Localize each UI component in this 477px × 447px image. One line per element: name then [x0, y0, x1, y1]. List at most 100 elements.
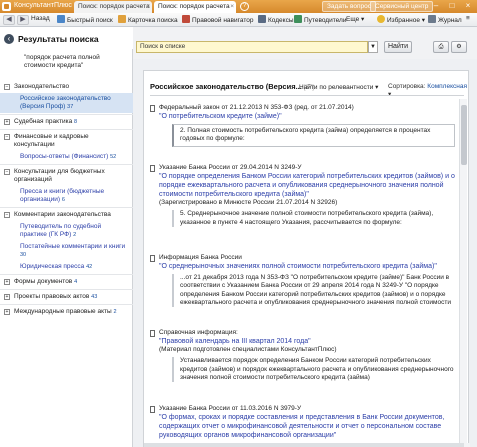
legal-navigator-button[interactable]: Правовой навигатор: [182, 15, 253, 25]
tab-search-2[interactable]: Поиск: порядок расчета ×: [154, 1, 236, 13]
expand-icon[interactable]: +: [4, 294, 10, 300]
collapse-icon[interactable]: −: [4, 169, 10, 175]
back-history-button[interactable]: Назад: [31, 15, 50, 25]
tree-item-count: 4: [74, 279, 78, 285]
document-link[interactable]: "О потребительском кредите (займе)": [150, 112, 455, 121]
tree-item-count: 43: [91, 294, 98, 300]
document-icon: [150, 105, 155, 112]
tree-item-count: 52: [110, 154, 117, 160]
tree-item-count: 37: [67, 104, 74, 110]
menu-icon[interactable]: ≡: [466, 15, 470, 25]
tree-item[interactable]: − Финансовые и кадровые консультации: [0, 131, 133, 151]
result-item: Федеральный закон от 21.12.2013 N 353-ФЗ…: [150, 104, 455, 147]
tree-item-count: 42: [86, 264, 93, 270]
header-divider: [150, 95, 464, 96]
tree-item-count: 8: [74, 119, 78, 125]
document-snippet[interactable]: 2. Полная стоимость потребительского кре…: [172, 124, 455, 147]
document-snippet[interactable]: ...от 21 декабря 2013 года N 353-ФЗ "О п…: [172, 274, 455, 308]
quick-search-icon: [57, 15, 65, 23]
codes-button[interactable]: Кодексы: [258, 15, 294, 25]
collapse-icon[interactable]: −: [4, 212, 10, 218]
tab-search-1[interactable]: Поиск: порядок расчета ×: [74, 1, 152, 13]
tree-item-label: Юридическая пресса: [20, 263, 85, 270]
tree-divider: [0, 114, 133, 115]
document-link[interactable]: "Правовой календарь на III квартал 2014 …: [150, 337, 455, 346]
tree-item-label: Судебная практика: [14, 118, 73, 125]
results-list-panel: Российское законодательство (Версия... […: [143, 70, 470, 447]
card-search-label: Карточка поиска: [128, 17, 178, 24]
results-header: Российское законодательство (Версия... […: [150, 82, 314, 91]
document-snippet[interactable]: Устанавливается порядок определения Банк…: [172, 357, 455, 383]
expand-icon[interactable]: +: [4, 119, 10, 125]
tree-item[interactable]: Юридическая пресса 42: [0, 261, 133, 273]
legal-navigator-label: Правовой навигатор: [192, 17, 254, 24]
search-in-list-input[interactable]: Поиск в списке: [136, 41, 368, 53]
expand-icon[interactable]: +: [4, 279, 10, 285]
document-link[interactable]: "О формах, сроках и порядке составления …: [150, 413, 455, 440]
document-snippet[interactable]: 5. Среднерыночное значение полной стоимо…: [172, 210, 455, 227]
help-icon[interactable]: ?: [240, 2, 249, 11]
horizontal-scrollbar[interactable]: [144, 443, 470, 447]
document-icon: [150, 165, 155, 172]
chevron-down-icon[interactable]: ▼: [368, 41, 378, 53]
minimize-icon[interactable]: –: [428, 0, 444, 12]
tree-item[interactable]: + Формы документов 4: [0, 276, 133, 288]
tree-item[interactable]: − Законодательство: [0, 81, 133, 93]
tree-item[interactable]: + Судебная практика 8: [0, 116, 133, 128]
tree-item[interactable]: Путеводитель по судебной практике (ГК РФ…: [0, 221, 133, 241]
journal-button[interactable]: Журнал: [428, 15, 462, 25]
more-button[interactable]: Еще ▾: [346, 15, 364, 25]
vertical-scrollbar[interactable]: [459, 99, 467, 444]
print-icon[interactable]: ⎙: [433, 41, 449, 53]
ask-question-button[interactable]: Задать вопрос: [322, 1, 376, 12]
tree-item[interactable]: + Проекты правовых актов 43: [0, 291, 133, 303]
tree-item[interactable]: Вопросы-ответы (Финансист) 52: [0, 151, 133, 163]
tree-item-label: Формы документов: [14, 278, 73, 285]
tree-item[interactable]: Российское законодательство (Версия Проф…: [0, 93, 133, 113]
tree-item[interactable]: Пресса и книги (бюджетные организации) 6: [0, 186, 133, 206]
journal-icon: [428, 15, 436, 23]
expand-icon[interactable]: +: [4, 309, 10, 315]
tree-item-label: Вопросы-ответы (Финансист): [20, 153, 109, 160]
guides-button[interactable]: Путеводители: [294, 15, 346, 25]
tree-item[interactable]: Постатейные комментарии и книги 30: [0, 241, 133, 261]
maximize-icon[interactable]: □: [444, 0, 460, 12]
find-button[interactable]: Найти: [384, 41, 412, 53]
tab-label: Поиск: порядок расчета: [158, 3, 230, 10]
search-query: "порядок расчета полной стоимости кредит…: [24, 54, 100, 69]
tree-divider: [0, 304, 133, 305]
document-icon: [150, 255, 155, 262]
list-search-bar: Поиск в списке ▼ Найти ⎙ ⚙: [133, 27, 477, 59]
collapse-icon[interactable]: −: [4, 134, 10, 140]
gear-icon[interactable]: ⚙: [451, 41, 467, 53]
scrollbar-thumb[interactable]: [461, 105, 467, 165]
sort-label: Сортировка:: [388, 83, 426, 90]
registration-note: (Зарегистрировано в Минюсте России 21.07…: [159, 199, 338, 207]
document-icon: [150, 330, 155, 337]
tree-item[interactable]: + Международные правовые акты 2: [0, 306, 133, 318]
tree-item[interactable]: − Комментарии законодательства: [0, 209, 133, 221]
document-link[interactable]: "О среднерыночных значениях полной стоим…: [150, 262, 455, 271]
results-header-label: Российское законодательство (Версия...: [150, 82, 302, 91]
card-search-icon: [118, 15, 126, 23]
codes-label: Кодексы: [268, 17, 294, 24]
card-search-button[interactable]: Карточка поиска: [118, 15, 178, 25]
search-results-sidebar: ‹ Результаты поиска "порядок расчета пол…: [0, 27, 133, 447]
tree-item-label: Постатейные комментарии и книги: [20, 243, 126, 250]
relevance-dropdown[interactable]: Найти по релевантности ▾: [299, 83, 378, 91]
close-window-icon[interactable]: ×: [460, 0, 476, 12]
favorites-button[interactable]: Избранное ▾: [377, 15, 425, 25]
main-area: Поиск в списке ▼ Найти ⎙ ⚙ Российское за…: [133, 27, 477, 447]
back-arrow-icon[interactable]: ◀: [3, 15, 15, 25]
back-circle-icon[interactable]: ‹: [4, 34, 14, 44]
close-icon[interactable]: ×: [146, 3, 150, 10]
document-link[interactable]: "О порядке определения Банком России кат…: [150, 172, 455, 199]
close-icon[interactable]: ×: [230, 3, 234, 10]
quick-search-button[interactable]: Быстрый поиск: [57, 15, 113, 25]
collapse-icon[interactable]: −: [4, 84, 10, 90]
service-center-button[interactable]: Сервисный центр: [370, 1, 434, 12]
scrollbar-thumb[interactable]: [144, 443, 464, 447]
result-item: Указание Банка России от 29.04.2014 N 32…: [150, 164, 455, 227]
tree-item[interactable]: − Консультации для бюджетных организаций: [0, 166, 133, 186]
forward-arrow-icon[interactable]: ▶: [17, 15, 29, 25]
